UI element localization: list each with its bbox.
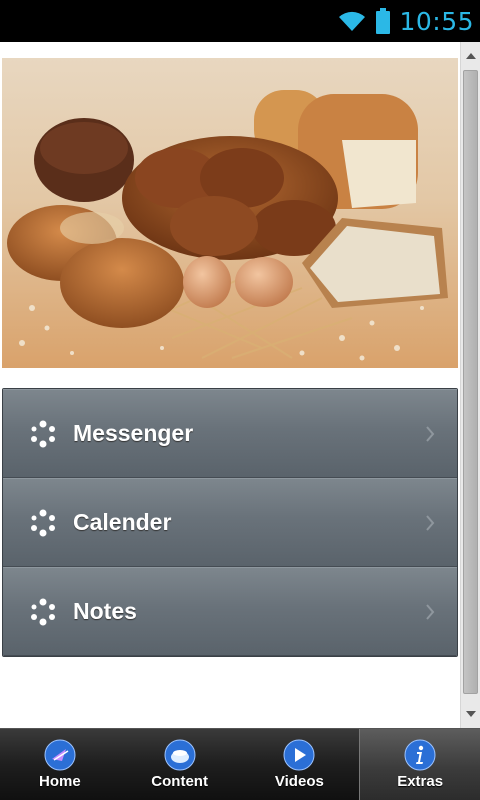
menu-item-label: Messenger	[73, 420, 194, 446]
menu-item-calender[interactable]: Calender	[3, 478, 457, 567]
scroll-down-arrow-icon[interactable]	[461, 704, 480, 724]
menu-list: Messenger Calender Notes	[2, 388, 458, 657]
wifi-icon	[337, 9, 367, 33]
dots-icon	[31, 598, 55, 625]
vertical-scrollbar[interactable]	[460, 42, 480, 728]
menu-item-label: Calender	[73, 509, 172, 535]
info-icon	[404, 739, 436, 771]
scroll-up-arrow-icon[interactable]	[461, 46, 480, 66]
bottom-nav: Home Content Videos Extras	[0, 728, 480, 800]
battery-icon	[375, 8, 391, 34]
nav-videos[interactable]: Videos	[240, 729, 360, 800]
chevron-right-icon	[426, 425, 435, 442]
chevron-right-icon	[426, 603, 435, 620]
scrollbar-thumb[interactable]	[463, 70, 478, 694]
nav-label: Home	[39, 773, 81, 790]
menu-item-notes[interactable]: Notes	[3, 567, 457, 656]
content-icon	[164, 739, 196, 771]
home-icon	[44, 739, 76, 771]
nav-label: Videos	[274, 773, 324, 790]
dots-icon	[31, 509, 55, 536]
nav-extras[interactable]: Extras	[359, 729, 480, 800]
menu-item-label: Notes	[73, 598, 137, 624]
dots-icon	[31, 420, 55, 447]
status-time: 10:55	[399, 6, 474, 36]
status-bar: 10:55	[0, 0, 480, 42]
main-content: Messenger Calender Notes	[0, 42, 480, 728]
menu-item-messenger[interactable]: Messenger	[3, 389, 457, 478]
nav-label: Extras	[397, 773, 444, 790]
chevron-right-icon	[426, 514, 435, 531]
hero-image-bread	[2, 58, 458, 368]
nav-content[interactable]: Content	[120, 729, 240, 800]
scroll-area[interactable]: Messenger Calender Notes	[0, 42, 460, 728]
nav-label: Content	[151, 773, 208, 790]
play-icon	[283, 739, 315, 771]
nav-home[interactable]: Home	[0, 729, 120, 800]
